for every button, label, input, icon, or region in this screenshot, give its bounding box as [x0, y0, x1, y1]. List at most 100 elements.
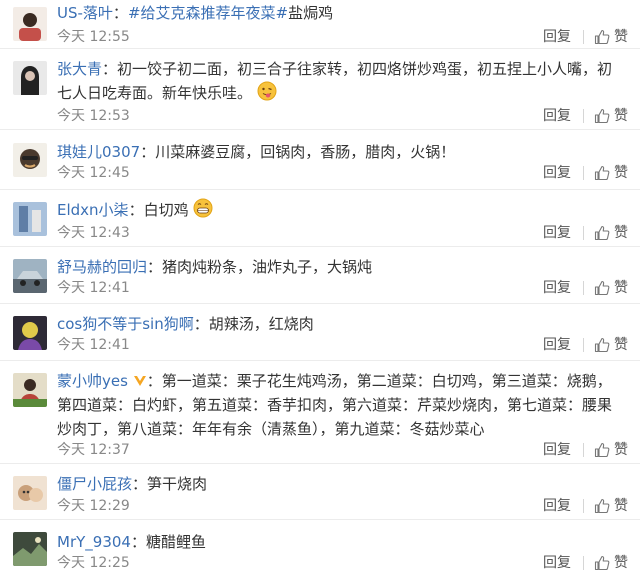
like-label: 赞 [614, 280, 628, 296]
reply-button[interactable]: 回复 [543, 335, 571, 355]
comment-item: Eldxn小柒：白切鸡 今天 12:43 回复 赞 [0, 190, 640, 247]
comment-meta: 今天 12:53 回复 赞 [57, 106, 628, 126]
like-button[interactable]: 赞 [594, 278, 628, 298]
avatar[interactable] [13, 532, 47, 566]
separator: ： [146, 372, 162, 390]
comment-actions: 回复 赞 [543, 106, 628, 126]
comment-meta: 今天 12:45 回复 赞 [57, 163, 628, 183]
like-label: 赞 [614, 498, 628, 514]
username-link[interactable]: cos狗不等于sin狗啊 [57, 315, 194, 333]
comment-body: 僵尸小屁孩：笋干烧肉 [57, 471, 626, 496]
comment-meta: 今天 12:29 回复 赞 [57, 496, 628, 516]
username-link[interactable]: 张大青 [57, 60, 102, 78]
comment-meta: 今天 12:55 回复 赞 [57, 27, 628, 47]
like-button[interactable]: 赞 [594, 496, 628, 516]
comment-text: 初一饺子初二面，初三合子往家转，初四烙饼炒鸡蛋，初五捏上小人嘴，初七人日吃寿面。… [57, 60, 613, 102]
comment-item: 琪娃儿0307：川菜麻婆豆腐，回锅肉，香肠，腊肉，火锅！ 今天 12:45 回复… [0, 130, 640, 190]
username-link[interactable]: 琪娃儿0307 [57, 143, 140, 161]
comment-actions: 回复 赞 [543, 163, 628, 183]
comment-item: 张大青：初一饺子初二面，初三合子往家转，初四烙饼炒鸡蛋，初五捏上小人嘴，初七人日… [0, 49, 640, 130]
comment-actions: 回复 赞 [543, 278, 628, 298]
separator: ： [112, 4, 128, 22]
like-button[interactable]: 赞 [594, 440, 628, 460]
like-button[interactable]: 赞 [594, 106, 628, 126]
like-label: 赞 [614, 337, 628, 353]
timestamp: 今天 12:41 [57, 337, 130, 353]
divider [583, 338, 584, 352]
avatar[interactable] [13, 143, 47, 177]
reply-button[interactable]: 回复 [543, 496, 571, 516]
username-link[interactable]: Eldxn小柒 [57, 201, 129, 219]
username-link[interactable]: 舒马赫的回归 [57, 258, 147, 276]
thumbs-up-icon [594, 225, 610, 241]
avatar[interactable] [13, 476, 47, 510]
comment-text: 盐焗鸡 [288, 4, 334, 22]
like-button[interactable]: 赞 [594, 223, 628, 243]
comment-meta: 今天 12:43 回复 赞 [57, 223, 628, 243]
comment-meta: 今天 12:37 回复 赞 [57, 440, 628, 460]
thumbs-up-icon [594, 165, 610, 181]
avatar[interactable] [13, 61, 47, 95]
comment-body: 琪娃儿0307：川菜麻婆豆腐，回锅肉，香肠，腊肉，火锅！ [57, 139, 626, 164]
reply-button[interactable]: 回复 [543, 163, 571, 183]
reply-button[interactable]: 回复 [543, 223, 571, 243]
timestamp: 今天 12:37 [57, 442, 130, 458]
reply-button[interactable]: 回复 [543, 278, 571, 298]
comment-body: cos狗不等于sin狗啊：胡辣汤，红烧肉 [57, 311, 626, 336]
divider [583, 281, 584, 295]
comment-text: 笋干烧肉 [147, 475, 208, 493]
comment-item: 蒙小帅yes ：第一道菜：栗子花生炖鸡汤，第二道菜：白切鸡，第三道菜：烧鹅，第四… [0, 361, 640, 464]
thumbs-up-icon [594, 108, 610, 124]
reply-button[interactable]: 回复 [543, 440, 571, 460]
like-label: 赞 [614, 442, 628, 458]
comment-meta: 今天 12:25 回复 赞 [57, 553, 628, 573]
divider [583, 499, 584, 513]
username-link[interactable]: MrY_9304 [57, 533, 131, 551]
timestamp: 今天 12:29 [57, 498, 130, 514]
like-button[interactable]: 赞 [594, 553, 628, 573]
divider [583, 226, 584, 240]
comment-body: MrY_9304：糖醋鲤鱼 [57, 529, 626, 554]
timestamp: 今天 12:25 [57, 555, 130, 571]
comment-list: US-落叶：#给艾克森推荐年夜菜#盐焗鸡 今天 12:55 回复 赞 张大青：初… [0, 0, 640, 575]
reply-button[interactable]: 回复 [543, 553, 571, 573]
like-button[interactable]: 赞 [594, 163, 628, 183]
divider [583, 109, 584, 123]
like-button[interactable]: 赞 [594, 335, 628, 355]
comment-meta: 今天 12:41 回复 赞 [57, 278, 628, 298]
comment-actions: 回复 赞 [543, 496, 628, 516]
like-label: 赞 [614, 165, 628, 181]
timestamp: 今天 12:45 [57, 165, 130, 181]
comment-actions: 回复 赞 [543, 335, 628, 355]
avatar[interactable] [13, 7, 47, 41]
username-link[interactable]: 蒙小帅yes [57, 372, 128, 390]
vip-badge-icon [133, 376, 146, 386]
avatar[interactable] [13, 202, 47, 236]
avatar[interactable] [13, 316, 47, 350]
comment-text: 糖醋鲤鱼 [145, 533, 206, 551]
reply-button[interactable]: 回复 [543, 27, 571, 47]
separator: ： [147, 258, 163, 276]
comment-item: MrY_9304：糖醋鲤鱼 今天 12:25 回复 赞 [0, 520, 640, 575]
thumbs-up-icon [594, 337, 610, 353]
thumbs-up-icon [594, 498, 610, 514]
username-link[interactable]: US-落叶 [57, 4, 113, 22]
comment-text: 川菜麻婆豆腐，回锅肉，香肠，腊肉，火锅！ [155, 143, 456, 161]
avatar[interactable] [13, 373, 47, 407]
separator: ： [102, 60, 118, 78]
comment-body: Eldxn小柒：白切鸡 [57, 197, 626, 222]
comment-item: 舒马赫的回归：猪肉炖粉条，油炸丸子，大锅炖 今天 12:41 回复 赞 [0, 247, 640, 304]
hashtag-link[interactable]: #给艾克森推荐年夜菜# [128, 4, 288, 22]
comment-text: 白切鸡 [143, 201, 189, 219]
reply-button[interactable]: 回复 [543, 106, 571, 126]
comment-item: cos狗不等于sin狗啊：胡辣汤，红烧肉 今天 12:41 回复 赞 [0, 304, 640, 361]
comment-item: 僵尸小屁孩：笋干烧肉 今天 12:29 回复 赞 [0, 464, 640, 520]
like-label: 赞 [614, 29, 628, 45]
like-button[interactable]: 赞 [594, 27, 628, 47]
avatar[interactable] [13, 259, 47, 293]
separator: ： [132, 475, 148, 493]
timestamp: 今天 12:53 [57, 108, 130, 124]
comment-actions: 回复 赞 [543, 27, 628, 47]
comment-meta: 今天 12:41 回复 赞 [57, 335, 628, 355]
username-link[interactable]: 僵尸小屁孩 [57, 475, 132, 493]
